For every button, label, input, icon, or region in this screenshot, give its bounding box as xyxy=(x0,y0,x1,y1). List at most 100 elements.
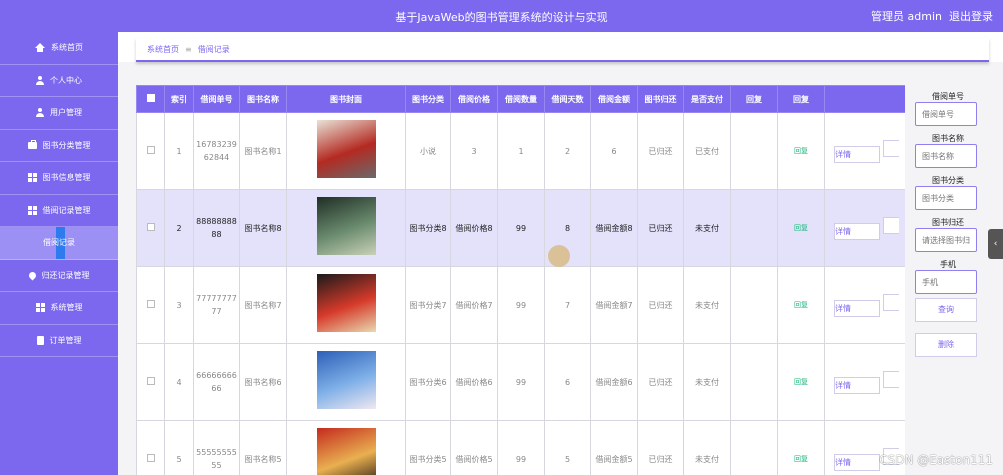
edit-button[interactable] xyxy=(882,293,899,311)
sidebar-item-6[interactable]: 借阅记录 xyxy=(0,227,118,260)
sidebar-item-label: 借阅记录 xyxy=(43,238,75,248)
cell-category: 小说 xyxy=(405,112,451,190)
cell-paid: 未支付 xyxy=(683,266,731,344)
cell-index: 4 xyxy=(164,343,194,421)
delete-button[interactable]: 删除 xyxy=(915,333,977,357)
row-checkbox[interactable] xyxy=(136,112,165,190)
phone-input[interactable] xyxy=(915,270,977,294)
table-row[interactable]: 1 1678323962844 图书名称1 小说 3 1 2 6 已归还 已支付 回复 详情 xyxy=(136,112,905,190)
reply-link[interactable]: 回复 xyxy=(794,147,808,155)
table-row[interactable]: 3 7777777777 图书名称7 图书分类7 借阅价格7 99 7 借阅金额7 已归还 未支付… xyxy=(136,266,905,344)
cell-reply-link[interactable]: 回复 xyxy=(777,420,825,475)
table-row[interactable]: 4 6666666666 图书名称6 图书分类6 借阅价格6 99 6 借阅金额6 已归还 未支付… xyxy=(136,343,905,421)
book-cover-image xyxy=(316,197,376,255)
detail-button[interactable]: 详情 xyxy=(834,222,880,240)
reply-link[interactable]: 回复 xyxy=(794,224,808,232)
sidebar-item-label: 图书信息管理 xyxy=(42,173,91,183)
cell-category: 图书分类8 xyxy=(405,189,451,267)
sidebar-item-5[interactable]: 借阅记录管理 xyxy=(0,195,118,227)
home-icon xyxy=(35,43,45,53)
records-table: 索引 借阅单号 图书名称 图书封面 图书分类 借阅价格 借阅数量 借阅天数 借阅金额 图书归还 是否… xyxy=(136,85,905,475)
cell-order-no: 1678323962844 xyxy=(193,112,240,190)
reply-link[interactable]: 回复 xyxy=(794,301,808,309)
cell-actions: 详情 xyxy=(824,112,905,190)
row-checkbox[interactable] xyxy=(136,266,165,344)
category-label: 图书分类 xyxy=(932,176,964,185)
briefcase-icon xyxy=(27,139,37,149)
row-checkbox[interactable] xyxy=(136,343,165,421)
row-checkbox[interactable] xyxy=(136,420,165,475)
cell-index: 1 xyxy=(164,112,194,190)
cell-paid: 未支付 xyxy=(683,343,731,421)
detail-button[interactable]: 详情 xyxy=(834,376,880,394)
detail-button[interactable]: 详情 xyxy=(834,453,880,471)
select-all-checkbox[interactable] xyxy=(136,85,165,113)
cell-order-no: 7777777777 xyxy=(193,266,240,344)
sidebar-item-8[interactable]: 系统管理 xyxy=(0,292,118,325)
cell-category: 图书分类7 xyxy=(405,266,451,344)
sidebar-item-9[interactable]: 订单管理 xyxy=(0,325,118,357)
cell-paid: 未支付 xyxy=(683,189,731,267)
cell-index: 5 xyxy=(164,420,194,475)
cell-price: 借阅价格7 xyxy=(450,266,498,344)
table-row[interactable]: 5 5555555555 图书名称5 图书分类5 借阅价格5 99 5 借阅金额5 已归还 未支付… xyxy=(136,420,905,475)
column-header: 借阅天数 xyxy=(544,85,591,113)
detail-button[interactable]: 详情 xyxy=(834,299,880,317)
sidebar-item-7[interactable]: 归还记录管理 xyxy=(0,260,118,292)
book-cover-image xyxy=(316,428,376,475)
sidebar-item-4[interactable]: 图书信息管理 xyxy=(0,162,118,195)
cell-returned: 已归还 xyxy=(637,343,684,421)
cell-cover xyxy=(286,189,406,267)
edit-button[interactable] xyxy=(882,370,899,388)
records-table-wrap[interactable]: 索引 借阅单号 图书名称 图书封面 图书分类 借阅价格 借阅数量 借阅天数 借阅金额 图书归还 是否… xyxy=(136,85,905,475)
cell-book-name: 图书名称7 xyxy=(239,266,287,344)
cell-reply xyxy=(730,112,778,190)
sidebar-item-0[interactable]: 系统首页 xyxy=(0,32,118,65)
book-name-input[interactable] xyxy=(915,144,977,168)
cell-reply-link[interactable]: 回复 xyxy=(777,189,825,267)
side-collapse-handle[interactable]: ‹ xyxy=(988,229,1003,259)
user-area: 管理员 admin 退出登录 xyxy=(871,8,993,24)
app-title: 基于JavaWeb的图书管理系统的设计与实现 xyxy=(395,11,608,24)
edit-button[interactable] xyxy=(882,139,899,157)
cell-price: 借阅价格8 xyxy=(450,189,498,267)
table-row[interactable]: 2 8888888888 图书名称8 图书分类8 借阅价格8 99 8 借阅金额8 已归还 未支付… xyxy=(136,189,905,267)
edit-button[interactable] xyxy=(882,216,899,234)
cell-order-no: 8888888888 xyxy=(193,189,240,267)
cell-cover xyxy=(286,343,406,421)
breadcrumb-home[interactable]: 系统首页 xyxy=(147,44,179,55)
table-body: 1 1678323962844 图书名称1 小说 3 1 2 6 已归还 已支付 回复 详情 2 888… xyxy=(136,112,905,475)
cell-amount: 借阅金额8 xyxy=(590,189,638,267)
reply-link[interactable]: 回复 xyxy=(794,378,808,386)
column-header: 借阅价格 xyxy=(450,85,498,113)
cell-reply-link[interactable]: 回复 xyxy=(777,266,825,344)
sidebar-item-label: 归还记录管理 xyxy=(41,270,90,280)
sidebar-item-2[interactable]: 用户管理 xyxy=(0,97,118,130)
sidebar-item-label: 系统首页 xyxy=(51,43,83,53)
cell-reply xyxy=(730,189,778,267)
book-cover-image xyxy=(316,274,376,332)
order-no-input[interactable] xyxy=(915,102,977,126)
detail-button[interactable]: 详情 xyxy=(834,145,880,163)
return-status-select[interactable] xyxy=(915,228,977,252)
cell-cover xyxy=(286,266,406,344)
grid-icon xyxy=(27,173,37,183)
search-button[interactable]: 查询 xyxy=(915,298,977,322)
sidebar-item-label: 个人中心 xyxy=(50,75,82,85)
cell-reply-link[interactable]: 回复 xyxy=(777,112,825,190)
row-checkbox[interactable] xyxy=(136,189,165,267)
reply-link[interactable]: 回复 xyxy=(794,455,808,463)
sidebar-item-label: 图书分类管理 xyxy=(42,140,91,150)
sidebar: 系统首页个人中心用户管理图书分类管理 图书信息管理借阅记录管理借阅记录归还记录管理… xyxy=(0,32,118,475)
sidebar-item-1[interactable]: 个人中心 xyxy=(0,65,118,97)
category-input[interactable] xyxy=(915,186,977,210)
logout-link[interactable]: 退出登录 xyxy=(949,10,993,23)
sidebar-item-3[interactable]: 图书分类管理 xyxy=(0,130,118,162)
order-no-label: 借阅单号 xyxy=(932,92,964,101)
cell-returned: 已归还 xyxy=(637,266,684,344)
cell-amount: 6 xyxy=(590,112,638,190)
cell-reply-link[interactable]: 回复 xyxy=(777,343,825,421)
grid-icon xyxy=(27,205,37,215)
book-name-label: 图书名称 xyxy=(932,134,964,143)
return-status-label: 图书归还 xyxy=(932,218,964,227)
